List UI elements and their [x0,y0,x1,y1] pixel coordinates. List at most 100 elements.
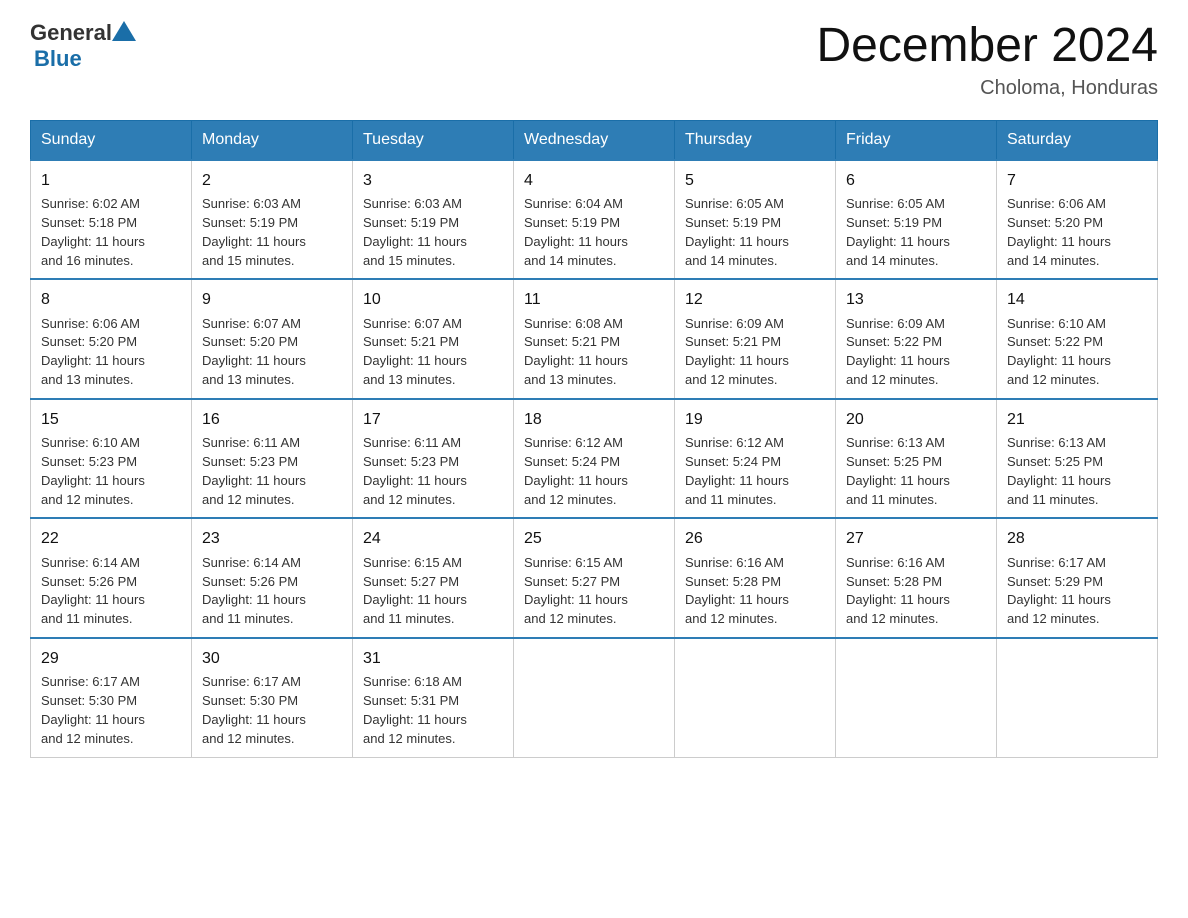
daylight-label: Daylight: 11 hours [524,473,628,488]
sunrise-label: Sunrise: 6:03 AM [363,196,462,211]
daylight-cont: and 14 minutes. [524,253,617,268]
daylight-label: Daylight: 11 hours [1007,592,1111,607]
daylight-cont: and 11 minutes. [41,611,133,626]
daylight-label: Daylight: 11 hours [685,592,789,607]
sunrise-label: Sunrise: 6:17 AM [202,674,301,689]
daylight-cont: and 12 minutes. [846,611,939,626]
daylight-cont: and 12 minutes. [524,611,617,626]
daylight-cont: and 12 minutes. [1007,372,1100,387]
sunrise-label: Sunrise: 6:15 AM [524,555,623,570]
daylight-cont: and 13 minutes. [41,372,134,387]
table-row: 5 Sunrise: 6:05 AM Sunset: 5:19 PM Dayli… [675,160,836,280]
day-number: 23 [202,527,342,550]
table-row: 26 Sunrise: 6:16 AM Sunset: 5:28 PM Dayl… [675,518,836,638]
day-number: 4 [524,169,664,192]
daylight-label: Daylight: 11 hours [41,234,145,249]
table-row: 14 Sunrise: 6:10 AM Sunset: 5:22 PM Dayl… [997,279,1158,399]
header-monday: Monday [192,120,353,160]
daylight-cont: and 13 minutes. [524,372,617,387]
day-number: 20 [846,408,986,431]
header-sunday: Sunday [31,120,192,160]
sunset-label: Sunset: 5:31 PM [363,693,459,708]
logo-blue-text: Blue [34,46,136,72]
day-number: 13 [846,288,986,311]
sunset-label: Sunset: 5:29 PM [1007,574,1103,589]
table-row: 23 Sunrise: 6:14 AM Sunset: 5:26 PM Dayl… [192,518,353,638]
table-row: 27 Sunrise: 6:16 AM Sunset: 5:28 PM Dayl… [836,518,997,638]
logo: General Blue [30,20,136,72]
sunrise-label: Sunrise: 6:16 AM [685,555,784,570]
daylight-cont: and 12 minutes. [363,731,456,746]
sunrise-label: Sunrise: 6:14 AM [202,555,301,570]
day-number: 14 [1007,288,1147,311]
day-number: 1 [41,169,181,192]
page-header: General Blue December 2024 Choloma, Hond… [30,20,1158,100]
sunrise-label: Sunrise: 6:09 AM [685,316,784,331]
daylight-cont: and 15 minutes. [363,253,456,268]
table-row: 24 Sunrise: 6:15 AM Sunset: 5:27 PM Dayl… [353,518,514,638]
daylight-label: Daylight: 11 hours [685,473,789,488]
table-row: 10 Sunrise: 6:07 AM Sunset: 5:21 PM Dayl… [353,279,514,399]
table-row [836,638,997,757]
sunrise-label: Sunrise: 6:10 AM [1007,316,1106,331]
daylight-cont: and 12 minutes. [41,731,134,746]
sunrise-label: Sunrise: 6:10 AM [41,435,140,450]
daylight-label: Daylight: 11 hours [41,592,145,607]
daylight-label: Daylight: 11 hours [524,353,628,368]
day-number: 28 [1007,527,1147,550]
day-number: 21 [1007,408,1147,431]
sunset-label: Sunset: 5:25 PM [1007,454,1103,469]
daylight-cont: and 12 minutes. [202,731,295,746]
daylight-label: Daylight: 11 hours [846,473,950,488]
table-row: 9 Sunrise: 6:07 AM Sunset: 5:20 PM Dayli… [192,279,353,399]
sunset-label: Sunset: 5:19 PM [524,215,620,230]
daylight-label: Daylight: 11 hours [202,592,306,607]
sunrise-label: Sunrise: 6:11 AM [363,435,461,450]
day-number: 26 [685,527,825,550]
daylight-cont: and 14 minutes. [846,253,939,268]
day-number: 7 [1007,169,1147,192]
sunrise-label: Sunrise: 6:13 AM [1007,435,1106,450]
sunset-label: Sunset: 5:27 PM [363,574,459,589]
table-row: 17 Sunrise: 6:11 AM Sunset: 5:23 PM Dayl… [353,399,514,519]
calendar-header-row: Sunday Monday Tuesday Wednesday Thursday… [31,120,1158,160]
table-row: 28 Sunrise: 6:17 AM Sunset: 5:29 PM Dayl… [997,518,1158,638]
daylight-cont: and 12 minutes. [1007,611,1100,626]
daylight-cont: and 12 minutes. [524,492,617,507]
table-row: 31 Sunrise: 6:18 AM Sunset: 5:31 PM Dayl… [353,638,514,757]
sunset-label: Sunset: 5:26 PM [202,574,298,589]
day-number: 15 [41,408,181,431]
table-row: 16 Sunrise: 6:11 AM Sunset: 5:23 PM Dayl… [192,399,353,519]
day-number: 5 [685,169,825,192]
day-number: 16 [202,408,342,431]
table-row: 30 Sunrise: 6:17 AM Sunset: 5:30 PM Dayl… [192,638,353,757]
daylight-label: Daylight: 11 hours [1007,473,1111,488]
sunset-label: Sunset: 5:20 PM [41,334,137,349]
daylight-cont: and 14 minutes. [1007,253,1100,268]
daylight-label: Daylight: 11 hours [41,712,145,727]
sunset-label: Sunset: 5:30 PM [41,693,137,708]
sunset-label: Sunset: 5:21 PM [524,334,620,349]
sunrise-label: Sunrise: 6:06 AM [1007,196,1106,211]
logo-triangle-icon [112,21,136,41]
table-row: 1 Sunrise: 6:02 AM Sunset: 5:18 PM Dayli… [31,160,192,280]
sunrise-label: Sunrise: 6:18 AM [363,674,462,689]
sunset-label: Sunset: 5:27 PM [524,574,620,589]
daylight-label: Daylight: 11 hours [524,592,628,607]
daylight-label: Daylight: 11 hours [846,353,950,368]
sunset-label: Sunset: 5:26 PM [41,574,137,589]
day-number: 11 [524,288,664,311]
daylight-cont: and 12 minutes. [846,372,939,387]
table-row: 21 Sunrise: 6:13 AM Sunset: 5:25 PM Dayl… [997,399,1158,519]
sunset-label: Sunset: 5:23 PM [41,454,137,469]
sunrise-label: Sunrise: 6:17 AM [1007,555,1106,570]
calendar-week-row: 8 Sunrise: 6:06 AM Sunset: 5:20 PM Dayli… [31,279,1158,399]
sunrise-label: Sunrise: 6:07 AM [363,316,462,331]
sunrise-label: Sunrise: 6:06 AM [41,316,140,331]
daylight-cont: and 11 minutes. [846,492,938,507]
sunset-label: Sunset: 5:19 PM [363,215,459,230]
daylight-label: Daylight: 11 hours [202,353,306,368]
daylight-label: Daylight: 11 hours [846,234,950,249]
calendar-week-row: 29 Sunrise: 6:17 AM Sunset: 5:30 PM Dayl… [31,638,1158,757]
sunrise-label: Sunrise: 6:16 AM [846,555,945,570]
